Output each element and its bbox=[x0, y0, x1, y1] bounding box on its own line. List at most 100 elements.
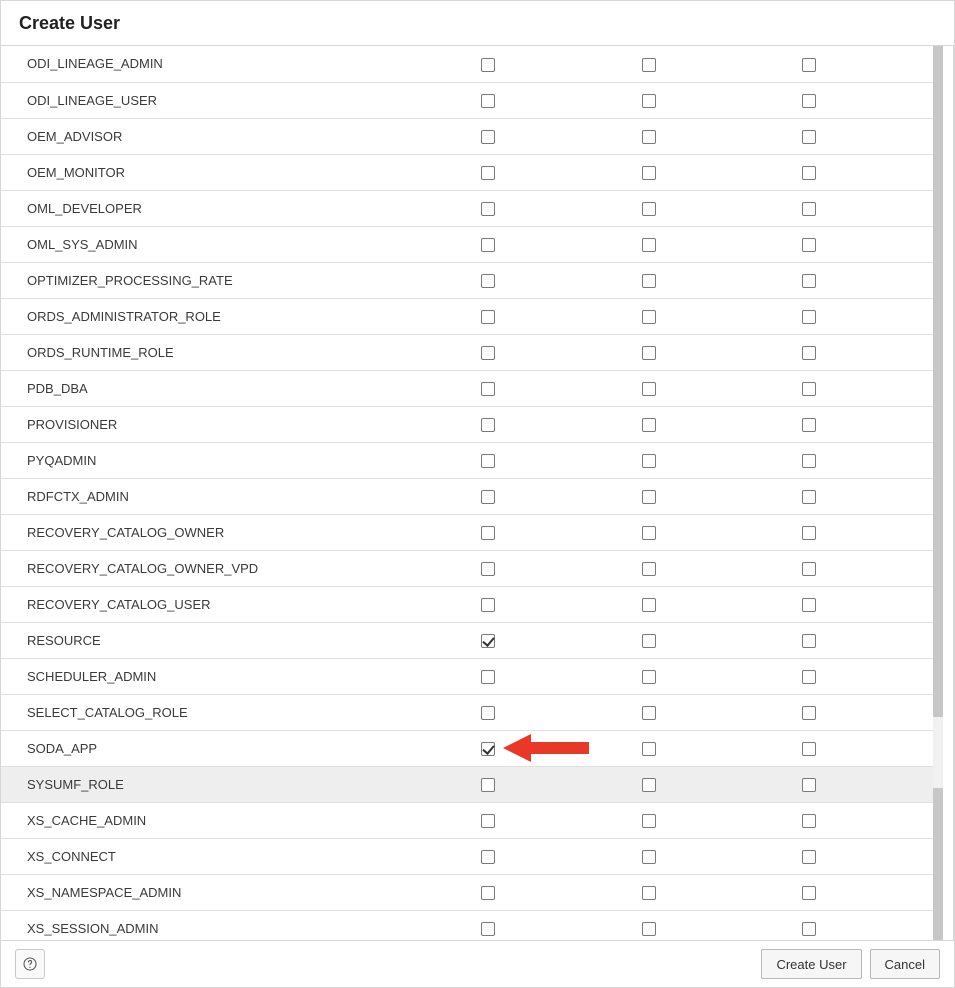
role-checkbox[interactable] bbox=[802, 634, 816, 648]
role-checkbox[interactable] bbox=[642, 130, 656, 144]
role-checkbox[interactable] bbox=[642, 598, 656, 612]
role-checkbox[interactable] bbox=[802, 598, 816, 612]
role-name: ODI_LINEAGE_ADMIN bbox=[1, 46, 481, 82]
role-checkbox[interactable] bbox=[802, 526, 816, 540]
role-checkbox[interactable] bbox=[642, 634, 656, 648]
create-user-button[interactable]: Create User bbox=[761, 949, 861, 979]
role-checkbox[interactable] bbox=[481, 490, 495, 504]
role-checkbox[interactable] bbox=[802, 202, 816, 216]
roles-table: ODI_LINEAGE_ADMINODI_LINEAGE_USEROEM_ADV… bbox=[1, 46, 943, 940]
inner-scroll-thumb[interactable] bbox=[933, 788, 943, 940]
role-checkbox[interactable] bbox=[481, 598, 495, 612]
checkbox-cell bbox=[802, 298, 943, 334]
role-checkbox[interactable] bbox=[481, 814, 495, 828]
role-checkbox[interactable] bbox=[642, 670, 656, 684]
role-checkbox[interactable] bbox=[481, 418, 495, 432]
role-checkbox[interactable] bbox=[642, 490, 656, 504]
role-checkbox[interactable] bbox=[802, 850, 816, 864]
role-checkbox[interactable] bbox=[802, 274, 816, 288]
role-checkbox[interactable] bbox=[642, 166, 656, 180]
role-checkbox[interactable] bbox=[481, 850, 495, 864]
role-name: SELECT_CATALOG_ROLE bbox=[1, 694, 481, 730]
role-checkbox[interactable] bbox=[642, 418, 656, 432]
role-checkbox[interactable] bbox=[802, 490, 816, 504]
role-checkbox[interactable] bbox=[481, 382, 495, 396]
role-checkbox[interactable] bbox=[481, 94, 495, 108]
role-checkbox[interactable] bbox=[481, 310, 495, 324]
role-name: RECOVERY_CATALOG_OWNER bbox=[1, 514, 481, 550]
role-checkbox[interactable] bbox=[481, 58, 495, 72]
role-checkbox[interactable] bbox=[802, 166, 816, 180]
role-checkbox[interactable] bbox=[802, 238, 816, 252]
checkbox-cell bbox=[642, 118, 802, 154]
outer-scrollbar[interactable] bbox=[953, 46, 954, 940]
role-checkbox[interactable] bbox=[802, 886, 816, 900]
role-checkbox[interactable] bbox=[642, 382, 656, 396]
role-checkbox[interactable] bbox=[481, 742, 495, 756]
role-checkbox[interactable] bbox=[802, 418, 816, 432]
checkbox-cell bbox=[481, 262, 641, 298]
role-checkbox[interactable] bbox=[802, 742, 816, 756]
role-checkbox[interactable] bbox=[642, 850, 656, 864]
role-checkbox[interactable] bbox=[642, 274, 656, 288]
help-button[interactable] bbox=[15, 949, 45, 979]
role-checkbox[interactable] bbox=[642, 778, 656, 792]
role-checkbox[interactable] bbox=[642, 886, 656, 900]
role-checkbox[interactable] bbox=[481, 454, 495, 468]
role-checkbox[interactable] bbox=[802, 310, 816, 324]
role-name: ODI_LINEAGE_USER bbox=[1, 82, 481, 118]
role-checkbox[interactable] bbox=[642, 58, 656, 72]
role-checkbox[interactable] bbox=[642, 814, 656, 828]
role-checkbox[interactable] bbox=[481, 346, 495, 360]
role-checkbox[interactable] bbox=[642, 922, 656, 936]
cancel-button[interactable]: Cancel bbox=[870, 949, 940, 979]
role-checkbox[interactable] bbox=[481, 886, 495, 900]
role-checkbox[interactable] bbox=[802, 454, 816, 468]
checkbox-cell bbox=[481, 586, 641, 622]
checkbox-cell bbox=[802, 226, 943, 262]
role-checkbox[interactable] bbox=[802, 130, 816, 144]
role-checkbox[interactable] bbox=[481, 202, 495, 216]
role-checkbox[interactable] bbox=[481, 166, 495, 180]
role-checkbox[interactable] bbox=[481, 238, 495, 252]
role-checkbox[interactable] bbox=[481, 274, 495, 288]
role-checkbox[interactable] bbox=[802, 562, 816, 576]
role-checkbox[interactable] bbox=[642, 238, 656, 252]
role-checkbox[interactable] bbox=[642, 310, 656, 324]
table-row: OEM_ADVISOR bbox=[1, 118, 943, 154]
role-checkbox[interactable] bbox=[802, 814, 816, 828]
role-checkbox[interactable] bbox=[802, 778, 816, 792]
role-checkbox[interactable] bbox=[802, 382, 816, 396]
role-checkbox[interactable] bbox=[642, 742, 656, 756]
checkbox-cell bbox=[481, 118, 641, 154]
role-name: RECOVERY_CATALOG_OWNER_VPD bbox=[1, 550, 481, 586]
checkbox-cell bbox=[642, 262, 802, 298]
role-checkbox[interactable] bbox=[642, 454, 656, 468]
role-checkbox[interactable] bbox=[481, 526, 495, 540]
role-checkbox[interactable] bbox=[802, 706, 816, 720]
checkbox-cell bbox=[802, 82, 943, 118]
inner-scroll-thumb[interactable] bbox=[933, 46, 943, 717]
role-checkbox[interactable] bbox=[642, 94, 656, 108]
inner-scrollbar[interactable] bbox=[933, 46, 943, 940]
role-checkbox[interactable] bbox=[481, 922, 495, 936]
role-checkbox[interactable] bbox=[802, 58, 816, 72]
role-checkbox[interactable] bbox=[481, 706, 495, 720]
role-checkbox[interactable] bbox=[642, 706, 656, 720]
role-checkbox[interactable] bbox=[802, 94, 816, 108]
role-checkbox[interactable] bbox=[481, 670, 495, 684]
role-checkbox[interactable] bbox=[802, 670, 816, 684]
checkbox-cell bbox=[802, 694, 943, 730]
roles-scroll-inner[interactable]: ODI_LINEAGE_ADMINODI_LINEAGE_USEROEM_ADV… bbox=[1, 46, 943, 940]
role-checkbox[interactable] bbox=[481, 778, 495, 792]
role-checkbox[interactable] bbox=[642, 202, 656, 216]
role-checkbox[interactable] bbox=[642, 562, 656, 576]
role-checkbox[interactable] bbox=[481, 130, 495, 144]
checkbox-cell bbox=[642, 154, 802, 190]
role-checkbox[interactable] bbox=[481, 562, 495, 576]
role-checkbox[interactable] bbox=[802, 922, 816, 936]
role-checkbox[interactable] bbox=[481, 634, 495, 648]
role-checkbox[interactable] bbox=[642, 526, 656, 540]
role-checkbox[interactable] bbox=[802, 346, 816, 360]
role-checkbox[interactable] bbox=[642, 346, 656, 360]
